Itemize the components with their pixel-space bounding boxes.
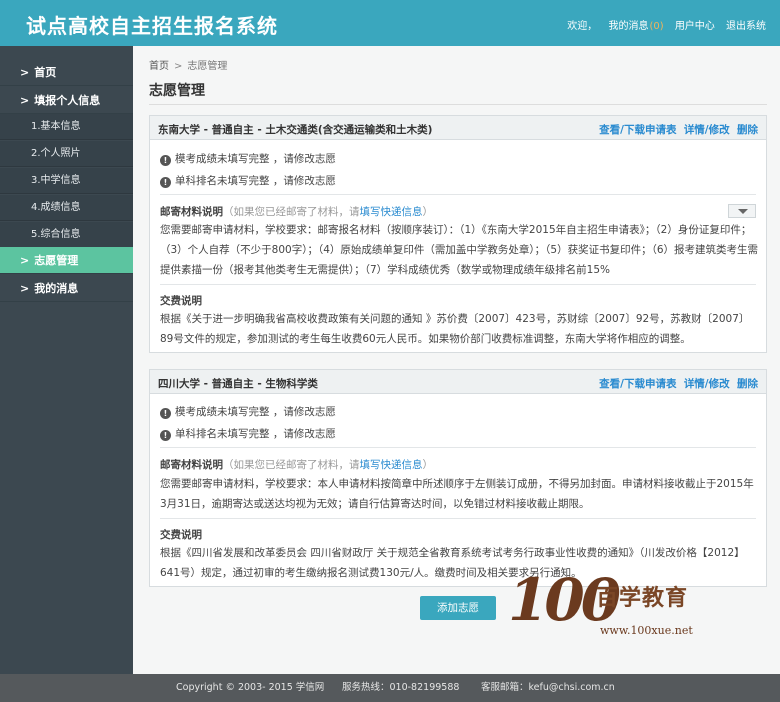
fee-label: 交费说明 — [160, 529, 202, 541]
mail-note-end: ） — [422, 459, 434, 471]
footer-hotline: 服务热线：010-82199588 — [342, 682, 460, 693]
fee-label: 交费说明 — [160, 295, 202, 307]
expand-dropdown[interactable] — [728, 204, 756, 218]
mail-note: （如果您已经邮寄了材料，请 — [223, 206, 360, 218]
view-download-link[interactable]: 查看/下载申请表 — [599, 124, 676, 136]
top-header: 试点高校自主招生报名系统 欢迎， 我的消息(0) 用户中心 退出系统 — [0, 0, 780, 46]
sidebar-item-photo[interactable]: 2.个人照片 — [0, 141, 133, 167]
chevron-right-icon: > — [20, 94, 30, 107]
warning-text: 模考成绩未填写完整 ，请修改志愿 — [175, 406, 336, 418]
chevron-right-icon: > — [20, 282, 30, 295]
divider — [160, 194, 756, 195]
mail-note-end: ） — [422, 206, 434, 218]
mail-materials-text: 您需要邮寄申请材料，学校要求：邮寄报名材料（按顺序装订）：（1）《东南大学201… — [160, 224, 758, 276]
chevron-right-icon: > — [174, 61, 183, 72]
footer-left-strip — [0, 674, 133, 702]
warning-text: 单科排名未填写完整 ，请修改志愿 — [175, 175, 336, 187]
delete-link[interactable]: 删除 — [737, 378, 758, 390]
card-header: 东南大学 - 普通自主 - 土木交通类(含交通运输类和土木类) 查看/下载申请表… — [150, 116, 766, 140]
sidebar-nav: > 首页 > 填报个人信息 1.基本信息 2.个人照片 3.中学信息 4.成绩信息 … — [0, 46, 133, 674]
warning-text: 模考成绩未填写完整 ，请修改志愿 — [175, 153, 336, 165]
mail-materials-label: 邮寄材料说明（如果您已经邮寄了材料，请填写快递信息） — [160, 457, 433, 472]
fee-text: 根据《关于进一步明确我省高校收费政策有关问题的通知 》苏价费〔2007〕423号… — [160, 313, 750, 345]
fill-courier-link[interactable]: 填写快递信息 — [360, 206, 423, 218]
mail-materials-label: 邮寄材料说明（如果您已经邮寄了材料，请填写快递信息） — [160, 204, 433, 219]
header-links: 欢迎， 我的消息(0) 用户中心 退出系统 — [559, 17, 766, 32]
mail-materials-text: 您需要邮寄申请材料，学校要求：本人申请材料按简章中所述顺序于左侧装订成册，不得另… — [160, 478, 754, 510]
info-icon: ! — [160, 177, 171, 188]
edit-link[interactable]: 详情/修改 — [684, 378, 730, 390]
sidebar-item-comprehensive[interactable]: 5.综合信息 — [0, 222, 133, 248]
wish-card: 东南大学 - 普通自主 - 土木交通类(含交通运输类和土木类) 查看/下载申请表… — [149, 115, 767, 353]
warning-text: 单科排名未填写完整 ，请修改志愿 — [175, 428, 336, 440]
edit-link[interactable]: 详情/修改 — [684, 124, 730, 136]
card-title: 东南大学 - 普通自主 - 土木交通类(含交通运输类和土木类) — [158, 124, 433, 136]
warning-subject-rank: ! 单科排名未填写完整 ，请修改志愿 — [160, 173, 336, 188]
footer: Copyright © 2003- 2015 学信网 服务热线：010-8219… — [133, 674, 780, 702]
my-messages-link[interactable]: 我的消息(0) — [608, 21, 663, 32]
logout-link[interactable]: 退出系统 — [726, 21, 766, 32]
footer-copyright: Copyright © 2003- 2015 学信网 — [176, 682, 325, 693]
app-title: 试点高校自主招生报名系统 — [26, 14, 278, 38]
page-title: 志愿管理 — [149, 83, 205, 99]
breadcrumb-current: 志愿管理 — [187, 61, 228, 72]
divider — [160, 284, 756, 285]
divider — [160, 518, 756, 519]
divider — [160, 447, 756, 448]
fill-courier-link[interactable]: 填写快递信息 — [360, 459, 423, 471]
card-actions: 查看/下载申请表 详情/修改 删除 — [595, 122, 758, 137]
sidebar-item-home[interactable]: > 首页 — [0, 59, 133, 86]
footer-email: 客服邮箱：kefu@chsi.com.cn — [481, 682, 615, 693]
info-icon: ! — [160, 155, 171, 166]
info-icon: ! — [160, 408, 171, 419]
sidebar-item-label: 填报个人信息 — [34, 94, 101, 107]
view-download-link[interactable]: 查看/下载申请表 — [599, 378, 676, 390]
breadcrumb: 首页 > 志愿管理 — [149, 57, 227, 72]
sidebar-item-wish-management[interactable]: > 志愿管理 — [0, 247, 133, 274]
mail-note: （如果您已经邮寄了材料，请 — [223, 459, 360, 471]
breadcrumb-home[interactable]: 首页 — [149, 61, 169, 72]
sidebar-item-label: 首页 — [34, 66, 57, 79]
sidebar-item-label: 志愿管理 — [34, 254, 79, 267]
wish-card: 四川大学 - 普通自主 - 生物科学类 查看/下载申请表 详情/修改 删除 ! 模… — [149, 369, 767, 587]
welcome-text: 欢迎， — [567, 21, 598, 32]
card-header: 四川大学 - 普通自主 - 生物科学类 查看/下载申请表 详情/修改 删除 — [150, 370, 766, 394]
chevron-right-icon: > — [20, 66, 30, 79]
chevron-right-icon: > — [20, 254, 30, 267]
add-wish-button[interactable]: 添加志愿 — [420, 596, 496, 620]
delete-link[interactable]: 删除 — [737, 124, 758, 136]
mail-label: 邮寄材料说明 — [160, 459, 223, 471]
warning-mock-exam: ! 模考成绩未填写完整 ，请修改志愿 — [160, 404, 336, 419]
sidebar-item-school-info[interactable]: 3.中学信息 — [0, 168, 133, 194]
card-title: 四川大学 - 普通自主 - 生物科学类 — [158, 378, 318, 390]
sidebar-item-grades[interactable]: 4.成绩信息 — [0, 195, 133, 221]
mail-label: 邮寄材料说明 — [160, 206, 223, 218]
sidebar-item-basic-info[interactable]: 1.基本信息 — [0, 114, 133, 140]
message-count-badge: (0) — [649, 21, 664, 32]
sidebar-item-messages[interactable]: > 我的消息 — [0, 275, 133, 302]
main-content: 首页 > 志愿管理 志愿管理 东南大学 - 普通自主 - 土木交通类(含交通运输类和… — [133, 46, 780, 674]
sidebar-item-personal-info[interactable]: > 填报个人信息 — [0, 87, 133, 114]
title-divider — [149, 104, 767, 105]
brand-watermark-logo: 100 百学教育 www.100xue.net — [508, 566, 708, 646]
watermark-name: 百学教育 — [596, 586, 689, 611]
card-actions: 查看/下载申请表 详情/修改 删除 — [595, 376, 758, 391]
my-messages-label[interactable]: 我的消息 — [608, 21, 648, 32]
user-center-link[interactable]: 用户中心 — [675, 21, 715, 32]
sidebar-item-label: 我的消息 — [34, 282, 79, 295]
warning-subject-rank: ! 单科排名未填写完整 ，请修改志愿 — [160, 426, 336, 441]
info-icon: ! — [160, 430, 171, 441]
watermark-url: www.100xue.net — [600, 624, 693, 637]
warning-mock-exam: ! 模考成绩未填写完整 ，请修改志愿 — [160, 151, 336, 166]
